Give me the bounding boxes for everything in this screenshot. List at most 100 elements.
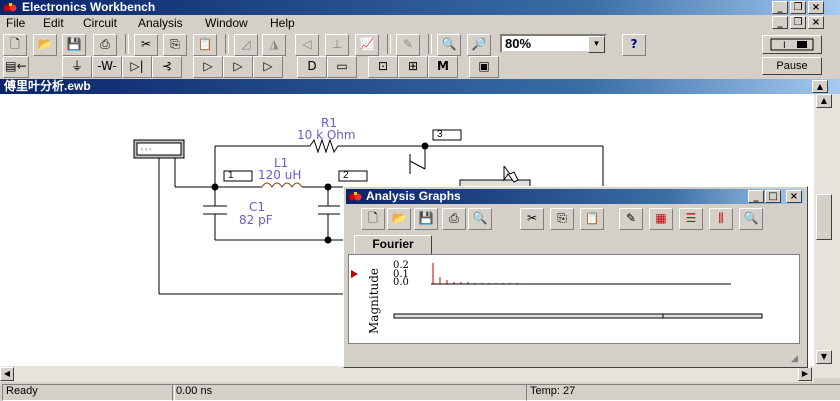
graph-print-preview-icon[interactable]: 🔍 bbox=[468, 208, 492, 230]
menu-window[interactable]: Window bbox=[205, 16, 248, 31]
graph-copy-icon[interactable]: ⎘ bbox=[550, 208, 574, 230]
digital-ics-bin-icon[interactable]: ▷ bbox=[253, 56, 283, 78]
digital-bin-icon[interactable]: ▭ bbox=[327, 56, 357, 78]
analog-ics-bin-icon[interactable]: ▷ bbox=[193, 56, 223, 78]
doc-restore-button[interactable]: ❐ bbox=[790, 16, 806, 29]
mixed-ics-bin-icon[interactable]: ▷ bbox=[223, 56, 253, 78]
status-bar: Ready 0.00 ns Temp: 27 bbox=[0, 383, 840, 401]
vertical-scrollbar[interactable]: ▲ ▼ bbox=[814, 94, 840, 378]
node-label-2: 2 bbox=[343, 170, 349, 181]
vertical-scroll-thumb[interactable] bbox=[816, 194, 832, 240]
transistors-bin-icon[interactable]: ⊰ bbox=[152, 56, 182, 78]
fourier-plot bbox=[351, 263, 763, 319]
resize-grip-icon[interactable]: ◢ bbox=[791, 353, 805, 365]
favorites-bin-icon[interactable]: ▤← bbox=[3, 56, 29, 78]
status-time: 0.00 ns bbox=[172, 384, 527, 401]
graphs-close-button[interactable]: × bbox=[786, 190, 802, 203]
minimize-button[interactable]: _ bbox=[772, 1, 788, 14]
graphs-minimize-button[interactable]: _ bbox=[748, 190, 764, 203]
c1-name: C1 bbox=[249, 200, 266, 214]
tab-fourier[interactable]: Fourier bbox=[354, 235, 432, 255]
analysis-graphs-titlebar: Analysis Graphs _ □ × bbox=[346, 189, 804, 204]
power-switch-icon: I bbox=[770, 38, 814, 51]
zoom-out-icon[interactable]: 🔍 bbox=[437, 34, 461, 56]
restore-button[interactable]: ❐ bbox=[790, 1, 806, 14]
fourier-plot-area[interactable]: Magnitude 0.2 0.1 0.0 bbox=[348, 254, 800, 344]
toggle-cursors-icon[interactable]: ⫼ bbox=[709, 208, 733, 230]
graph-print-icon[interactable]: ⎙ bbox=[442, 208, 466, 230]
graph-save-icon[interactable]: 💾 bbox=[414, 208, 438, 230]
graph-cut-icon[interactable]: ✂ bbox=[520, 208, 544, 230]
doc-close-button[interactable]: × bbox=[808, 16, 824, 29]
save-icon[interactable]: 💾 bbox=[62, 34, 86, 56]
indicators-bin-icon[interactable]: ⊡ bbox=[368, 56, 398, 78]
instruments-bin-icon[interactable]: ▣ bbox=[469, 56, 499, 78]
flip-horizontal-icon[interactable]: ◮ bbox=[262, 34, 286, 56]
graphs-maximize-button[interactable]: □ bbox=[765, 190, 781, 203]
node-label-1: 1 bbox=[228, 170, 234, 181]
document-title: 傅里叶分析.ewb bbox=[4, 79, 91, 93]
menu-help[interactable]: Help bbox=[270, 16, 295, 31]
copy-icon[interactable]: ⎘ bbox=[163, 34, 187, 56]
power-switch[interactable]: I bbox=[762, 35, 822, 54]
c1-value: 82 pF bbox=[239, 213, 273, 227]
rotate-icon[interactable]: ◿ bbox=[234, 34, 258, 56]
basic-bin-icon[interactable]: -W- bbox=[92, 56, 122, 78]
doc-minimize-button[interactable]: _ bbox=[772, 16, 788, 29]
menu-analysis[interactable]: Analysis bbox=[138, 16, 183, 31]
graph-new-icon[interactable]: 🗋 bbox=[361, 208, 385, 230]
scroll-down-icon[interactable]: ▼ bbox=[816, 350, 832, 364]
graphs-app-icon bbox=[348, 192, 362, 201]
svg-text:◦◦◦: ◦◦◦ bbox=[140, 146, 152, 154]
scroll-right-icon[interactable]: ▶ bbox=[798, 367, 812, 381]
zoom-in-icon[interactable]: 🔎 bbox=[467, 34, 491, 56]
node-label-3: 3 bbox=[437, 129, 443, 140]
horizontal-scrollbar[interactable]: ◀ ▶ bbox=[0, 366, 814, 382]
graph-icon[interactable]: 📈 bbox=[355, 34, 379, 56]
y-tick-zero: 0.0 bbox=[393, 277, 409, 288]
scroll-up-icon[interactable]: ▲ bbox=[816, 94, 832, 108]
miscellaneous-bin-button[interactable]: M bbox=[428, 56, 458, 78]
analysis-graphs-window[interactable]: Analysis Graphs _ □ × 🗋 📂 💾 ⎙ 🔍 ✂ ⎘ 📋 ✎ … bbox=[343, 186, 808, 368]
l1-value: 120 uH bbox=[258, 168, 302, 182]
new-file-icon[interactable]: 🗋 bbox=[3, 34, 27, 56]
graph-open-icon[interactable]: 📂 bbox=[387, 208, 411, 230]
status-temp: Temp: 27 bbox=[526, 384, 840, 401]
status-ready: Ready bbox=[2, 384, 175, 401]
toggle-grid-icon[interactable]: ▦ bbox=[649, 208, 673, 230]
y-axis-label: Magnitude bbox=[367, 267, 381, 334]
toolbar-main: 🗋 📂 💾 ⎙ ✂ ⎘ 📋 ◿ ◮ ◁ ⊥ 📈 ✎ 🔍 🔎 ? I bbox=[0, 33, 840, 56]
cut-icon[interactable]: ✂ bbox=[134, 34, 158, 56]
app-title: Electronics Workbench bbox=[22, 0, 156, 14]
menu-file[interactable]: File bbox=[6, 16, 25, 31]
component-properties-icon[interactable]: ⊥ bbox=[325, 34, 349, 56]
controls-bin-icon[interactable]: ⊞ bbox=[398, 56, 428, 78]
graph-properties-icon[interactable]: ✎ bbox=[619, 208, 643, 230]
document-titlebar: 傅里叶分析.ewb ▲ bbox=[0, 79, 840, 94]
pause-button[interactable]: Pause bbox=[762, 57, 822, 75]
menu-edit[interactable]: Edit bbox=[43, 16, 64, 31]
open-folder-icon[interactable]: 📂 bbox=[33, 34, 57, 56]
toggle-legend-icon[interactable]: ☰ bbox=[679, 208, 703, 230]
print-icon[interactable]: ⎙ bbox=[93, 34, 117, 56]
subcircuit-icon[interactable]: ✎ bbox=[396, 34, 420, 56]
help-button[interactable]: ? bbox=[622, 34, 646, 56]
zoom-select[interactable]: 80% ▼ bbox=[500, 34, 607, 53]
collapse-icon[interactable]: ▲ bbox=[812, 80, 828, 93]
close-button[interactable]: × bbox=[808, 1, 824, 14]
sources-bin-icon[interactable]: ⏚ bbox=[62, 56, 92, 78]
scroll-left-icon[interactable]: ◀ bbox=[0, 367, 14, 381]
zoom-value: 80% bbox=[505, 36, 532, 51]
logic-gates-bin-icon[interactable]: D bbox=[297, 56, 327, 78]
analysis-graphs-title: Analysis Graphs bbox=[366, 189, 461, 203]
menu-bar: File Edit Circuit Analysis Window Help _… bbox=[0, 15, 840, 32]
app-titlebar: Electronics Workbench _ ❐ × bbox=[0, 0, 840, 15]
menu-circuit[interactable]: Circuit bbox=[83, 16, 117, 31]
r1-value: 10 k Ohm bbox=[297, 128, 356, 142]
graph-paste-icon[interactable]: 📋 bbox=[580, 208, 604, 230]
paste-icon[interactable]: 📋 bbox=[193, 34, 217, 56]
chevron-down-icon[interactable]: ▼ bbox=[588, 36, 605, 53]
diodes-bin-icon[interactable]: ▷| bbox=[122, 56, 152, 78]
graph-zoom-icon[interactable]: 🔍 bbox=[739, 208, 763, 230]
flip-vertical-icon[interactable]: ◁ bbox=[295, 34, 319, 56]
